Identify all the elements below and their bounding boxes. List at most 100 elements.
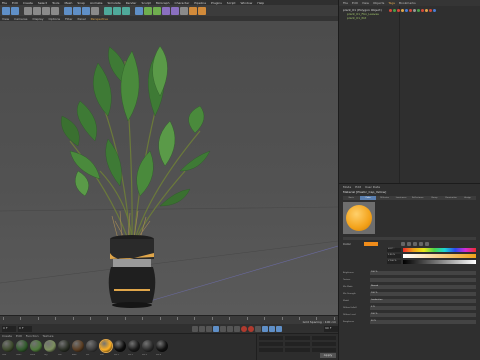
menu-snap[interactable]: Snap (77, 1, 85, 5)
tag-icon[interactable] (409, 9, 412, 12)
property-value[interactable]: 100 % (370, 291, 476, 296)
tag-icon[interactable] (405, 9, 408, 12)
material-swatch[interactable] (44, 340, 56, 352)
viewport-menu-filter[interactable]: Filter (65, 17, 72, 21)
tab-reflectance[interactable]: Reflectance (410, 196, 427, 200)
record-icon[interactable] (241, 325, 247, 332)
property-value[interactable]: 100 % (370, 312, 476, 317)
hsv-slider[interactable] (403, 254, 476, 258)
render-settings-icon[interactable] (122, 6, 130, 15)
hsv-value-field[interactable]: S 90 % (387, 254, 401, 258)
spectrum-icon[interactable] (407, 241, 411, 246)
deformer-icon[interactable] (171, 6, 179, 15)
go-to-end-icon[interactable] (234, 325, 240, 332)
tag-icon[interactable] (393, 9, 396, 12)
tab-color[interactable]: Color (359, 196, 377, 200)
rgb-icon[interactable] (419, 241, 423, 246)
viewport-menu-cameras[interactable]: Cameras (14, 17, 27, 21)
material-menu-edit[interactable]: Edit (16, 334, 22, 338)
x-axis-icon[interactable] (64, 6, 72, 15)
tag-icon[interactable] (397, 9, 400, 12)
color-swatch[interactable] (364, 241, 378, 246)
menu-script[interactable]: Script (227, 1, 236, 5)
scale-key-icon[interactable] (269, 325, 275, 332)
tab-diffusion[interactable]: Diffusion (376, 196, 393, 200)
select-tool-icon[interactable] (24, 6, 32, 15)
eyedropper-icon[interactable] (413, 241, 417, 246)
cube-icon[interactable] (135, 6, 143, 15)
material-menu-function[interactable]: Function (26, 334, 39, 338)
property-value[interactable]: 50 % (370, 319, 476, 324)
end-frame-field[interactable]: 90 F (324, 325, 338, 332)
tag-icon[interactable] (417, 9, 420, 12)
property-value[interactable]: 100 % (370, 270, 476, 275)
start-frame-field[interactable]: 0 F (2, 325, 16, 332)
rotate-tool-icon[interactable] (51, 6, 59, 15)
size-y-field[interactable] (285, 342, 310, 346)
autokey-icon[interactable] (248, 325, 254, 332)
material-swatch[interactable] (128, 340, 140, 352)
menu-pipeline[interactable]: Pipeline (194, 1, 206, 5)
material-menu-create[interactable]: Create (2, 334, 12, 338)
hsv-slider[interactable] (403, 260, 476, 264)
subdivision-surface-icon[interactable] (153, 6, 161, 15)
property-value[interactable]: Normal (370, 284, 476, 289)
scale-tool-icon[interactable] (42, 6, 50, 15)
property-value[interactable]: 0 % (370, 305, 476, 310)
object-menu-bookmarks[interactable]: Bookmarks (399, 1, 416, 5)
position-z-field[interactable] (259, 348, 284, 352)
menu-simulate[interactable]: Simulate (108, 1, 121, 5)
tag-icon[interactable] (413, 9, 416, 12)
menu-edit[interactable]: Edit (12, 1, 18, 5)
material-swatch[interactable] (99, 339, 113, 353)
attribute-menu-edit[interactable]: Edit (355, 185, 361, 189)
tag-icon[interactable] (421, 9, 424, 12)
perspective-viewport[interactable] (0, 21, 338, 315)
next-key-icon[interactable] (227, 325, 233, 332)
property-value[interactable]: Lambertian (370, 298, 476, 303)
tab-luminance[interactable]: Luminance (393, 196, 410, 200)
menu-create[interactable]: Create (23, 1, 33, 5)
position-x-field[interactable] (259, 336, 284, 340)
menu-window[interactable]: Window (241, 1, 253, 5)
object-menu-tags[interactable]: Tags (388, 1, 395, 5)
viewport-menu-options[interactable]: Options (49, 17, 61, 21)
material-swatch[interactable] (114, 340, 126, 352)
render-picture-viewer-icon[interactable] (113, 6, 121, 15)
camera-icon[interactable] (189, 6, 197, 15)
menu-character[interactable]: Character (174, 1, 189, 5)
render-view-icon[interactable] (104, 6, 112, 15)
menu-animate[interactable]: Animate (90, 1, 103, 5)
menu-sculpt[interactable]: Sculpt (141, 1, 150, 5)
hsv-slider[interactable] (403, 248, 476, 252)
current-frame-field[interactable]: 0 F (18, 325, 32, 332)
menu-mesh[interactable]: Mesh (64, 1, 72, 5)
menu-render[interactable]: Render (126, 1, 137, 5)
rotation-p-field[interactable] (311, 342, 336, 346)
tab-bump[interactable]: Bump (426, 196, 443, 200)
menu-mograph[interactable]: MoGraph (156, 1, 170, 5)
next-frame-icon[interactable] (220, 325, 226, 332)
material-swatch[interactable] (142, 340, 154, 352)
menu-select[interactable]: Select (38, 1, 47, 5)
material-swatch[interactable] (30, 340, 42, 352)
apply-button[interactable]: Apply (320, 353, 336, 358)
menu-help[interactable]: Help (257, 1, 264, 5)
redo-icon[interactable] (11, 6, 19, 15)
play-icon[interactable] (213, 325, 219, 332)
array-icon[interactable] (162, 6, 170, 15)
size-z-field[interactable] (285, 348, 310, 352)
material-swatch[interactable] (16, 340, 28, 352)
object-tree-item[interactable]: plant_01_Pot (343, 16, 382, 20)
object-menu-view[interactable]: View (362, 1, 369, 5)
spline-pen-icon[interactable] (144, 6, 152, 15)
rotation-b-field[interactable] (311, 348, 336, 352)
material-menu-texture[interactable]: Texture (43, 334, 54, 338)
tab-illumination[interactable]: Illumination (443, 196, 460, 200)
light-icon[interactable] (198, 6, 206, 15)
z-axis-icon[interactable] (82, 6, 90, 15)
position-y-field[interactable] (259, 342, 284, 346)
menu-plugins[interactable]: Plugins (211, 1, 222, 5)
y-axis-icon[interactable] (73, 6, 81, 15)
object-menu-objects[interactable]: Objects (373, 1, 384, 5)
